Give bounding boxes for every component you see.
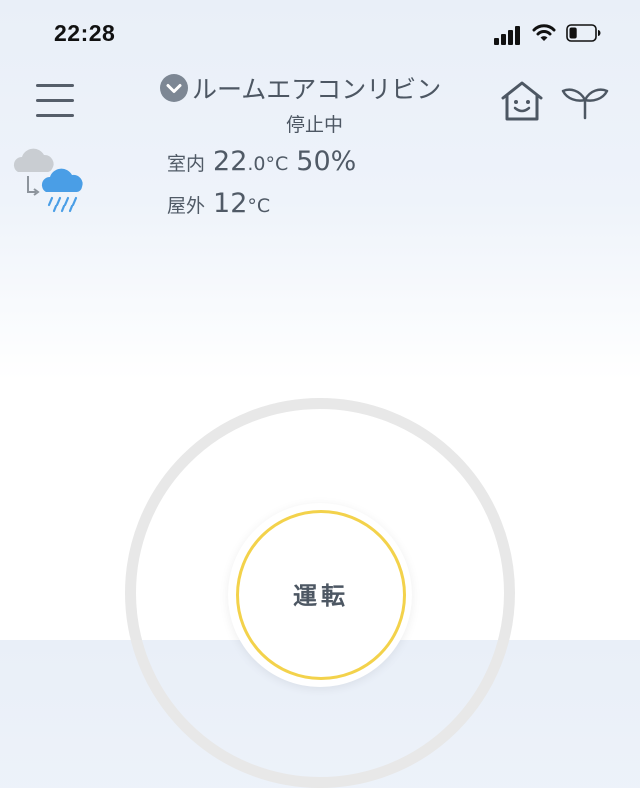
wifi-icon	[532, 23, 556, 43]
chevron-down-circle-icon[interactable]	[160, 74, 188, 102]
home-face-icon[interactable]	[497, 78, 547, 124]
indoor-label: 室内	[167, 153, 206, 175]
indoor-temp-decimal: .0	[247, 153, 266, 175]
indoor-temp-unit: °C	[265, 153, 289, 175]
hamburger-menu-icon[interactable]	[36, 84, 74, 118]
outdoor-temp-unit: °C	[247, 195, 271, 217]
battery-icon	[566, 24, 601, 42]
sprout-icon[interactable]	[560, 80, 610, 122]
indoor-humidity-unit: %	[330, 146, 357, 177]
indoor-humidity: 50	[296, 146, 331, 177]
indoor-temp-integer: 22	[213, 146, 248, 177]
outdoor-label: 屋外	[167, 195, 206, 217]
run-button-label[interactable]: 運転	[236, 576, 406, 611]
device-status: 停止中	[286, 114, 344, 136]
device-selector[interactable]: ルームエアコンリビン	[160, 72, 441, 104]
cellular-signal-icon	[494, 25, 522, 45]
status-time: 22:28	[54, 20, 116, 46]
outdoor-temp: 12	[213, 188, 248, 219]
indoor-reading: 室内 22.0 °C 50%	[167, 146, 356, 177]
device-name: ルームエアコンリビン	[192, 75, 442, 104]
outdoor-reading: 屋外 12 °C	[167, 188, 270, 219]
cloud-to-rain-icon	[10, 148, 90, 218]
